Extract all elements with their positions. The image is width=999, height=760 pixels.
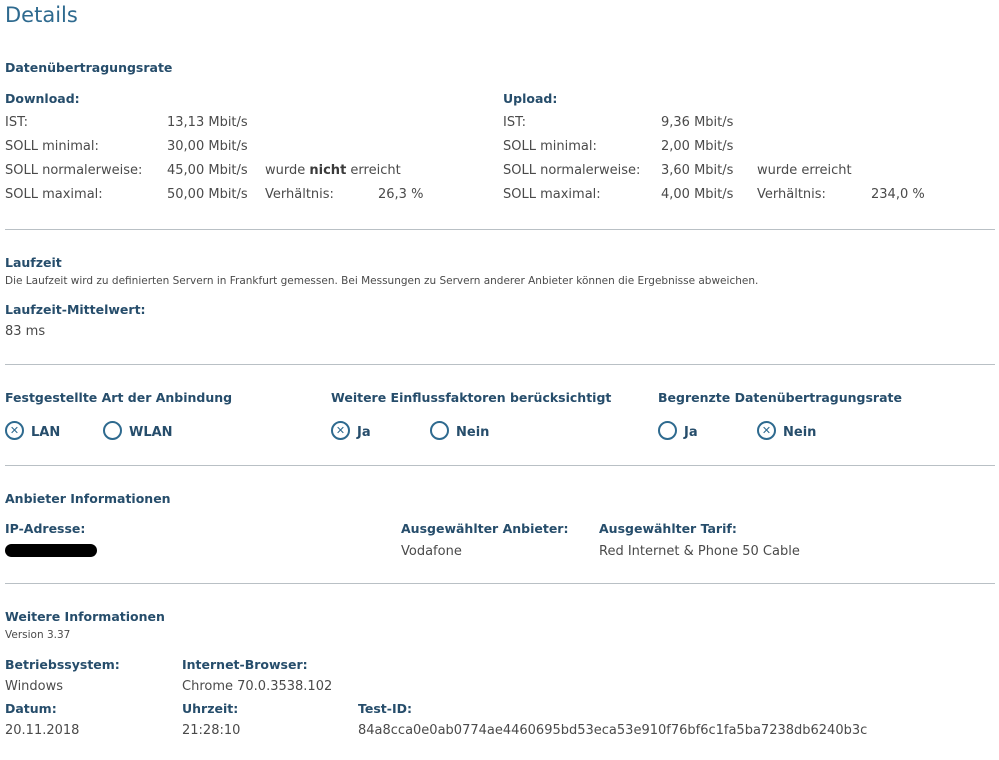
radio-lan-label[interactable]: LAN: [31, 425, 60, 440]
provider-value: Vodafone: [401, 544, 462, 559]
download-max-value: 50,00 Mbit/s: [167, 187, 248, 202]
latency-mean-value: 83 ms: [5, 324, 46, 339]
date-value: 20.11.2018: [5, 723, 80, 738]
radio-wlan-label[interactable]: WLAN: [129, 425, 173, 440]
checked-icon: ✕: [335, 424, 346, 437]
factors-heading: Weitere Einflussfaktoren berücksichtigt: [331, 390, 612, 405]
radio-factors-nein-label[interactable]: Nein: [456, 425, 489, 440]
time-label: Uhrzeit:: [182, 701, 239, 716]
rate-heading: Datenübertragungsrate: [5, 60, 173, 75]
latency-heading: Laufzeit: [5, 255, 62, 270]
upload-normal-label: SOLL normalerweise:: [503, 163, 641, 178]
upload-ratio-label: Verhältnis:: [757, 187, 826, 202]
radio-lan[interactable]: ✕: [5, 421, 24, 440]
download-ist-label: IST:: [5, 115, 28, 130]
more-heading: Weitere Informationen: [5, 609, 165, 624]
divider: [5, 364, 995, 365]
download-status: wurde nicht erreicht: [265, 163, 401, 178]
upload-status: wurde erreicht: [757, 163, 852, 178]
checked-icon: ✕: [761, 424, 772, 437]
download-normal-label: SOLL normalerweise:: [5, 163, 143, 178]
ip-redacted: [5, 544, 97, 557]
radio-limited-nein[interactable]: ✕: [757, 421, 776, 440]
divider: [5, 583, 995, 584]
provider-heading: Anbieter Informationen: [5, 491, 171, 506]
radio-wlan[interactable]: [103, 421, 122, 440]
upload-normal-value: 3,60 Mbit/s: [661, 163, 734, 178]
version-text: Version 3.37: [5, 629, 71, 641]
testid-label: Test-ID:: [358, 701, 412, 716]
page-title: Details: [5, 3, 78, 27]
download-min-label: SOLL minimal:: [5, 139, 99, 154]
upload-min-value: 2,00 Mbit/s: [661, 139, 734, 154]
divider: [5, 229, 995, 230]
tariff-value: Red Internet & Phone 50 Cable: [599, 544, 800, 559]
radio-limited-ja-label[interactable]: Ja: [684, 425, 698, 440]
time-value: 21:28:10: [182, 723, 241, 738]
upload-ist-label: IST:: [503, 115, 526, 130]
download-normal-value: 45,00 Mbit/s: [167, 163, 248, 178]
browser-value: Chrome 70.0.3538.102: [182, 679, 333, 694]
connection-heading: Festgestellte Art der Anbindung: [5, 390, 233, 405]
radio-factors-ja[interactable]: ✕: [331, 421, 350, 440]
upload-max-label: SOLL maximal:: [503, 187, 601, 202]
radio-factors-nein[interactable]: [430, 421, 449, 440]
radio-factors-ja-label[interactable]: Ja: [357, 425, 371, 440]
divider: [5, 465, 995, 466]
download-max-label: SOLL maximal:: [5, 187, 103, 202]
checked-icon: ✕: [9, 424, 20, 437]
download-ist-value: 13,13 Mbit/s: [167, 115, 248, 130]
limited-heading: Begrenzte Datenübertragungsrate: [658, 390, 902, 405]
provider-label: Ausgewählter Anbieter:: [401, 521, 569, 536]
download-min-value: 30,00 Mbit/s: [167, 139, 248, 154]
latency-description: Die Laufzeit wird zu definierten Servern…: [5, 275, 759, 287]
testid-value: 84a8cca0e0ab0774ae4460695bd53eca53e910f7…: [358, 723, 868, 738]
upload-title: Upload:: [503, 91, 558, 106]
upload-min-label: SOLL minimal:: [503, 139, 597, 154]
download-ratio-label: Verhältnis:: [265, 187, 334, 202]
ip-label: IP-Adresse:: [5, 521, 86, 536]
browser-label: Internet-Browser:: [182, 657, 308, 672]
upload-ratio-value: 234,0 %: [871, 187, 925, 202]
radio-limited-nein-label[interactable]: Nein: [783, 425, 816, 440]
download-ratio-value: 26,3 %: [378, 187, 424, 202]
date-label: Datum:: [5, 701, 57, 716]
tariff-label: Ausgewählter Tarif:: [599, 521, 737, 536]
upload-ist-value: 9,36 Mbit/s: [661, 115, 734, 130]
download-title: Download:: [5, 91, 80, 106]
radio-limited-ja[interactable]: [658, 421, 677, 440]
os-label: Betriebssystem:: [5, 657, 120, 672]
upload-max-value: 4,00 Mbit/s: [661, 187, 734, 202]
os-value: Windows: [5, 679, 64, 694]
latency-mean-label: Laufzeit-Mittelwert:: [5, 302, 146, 317]
